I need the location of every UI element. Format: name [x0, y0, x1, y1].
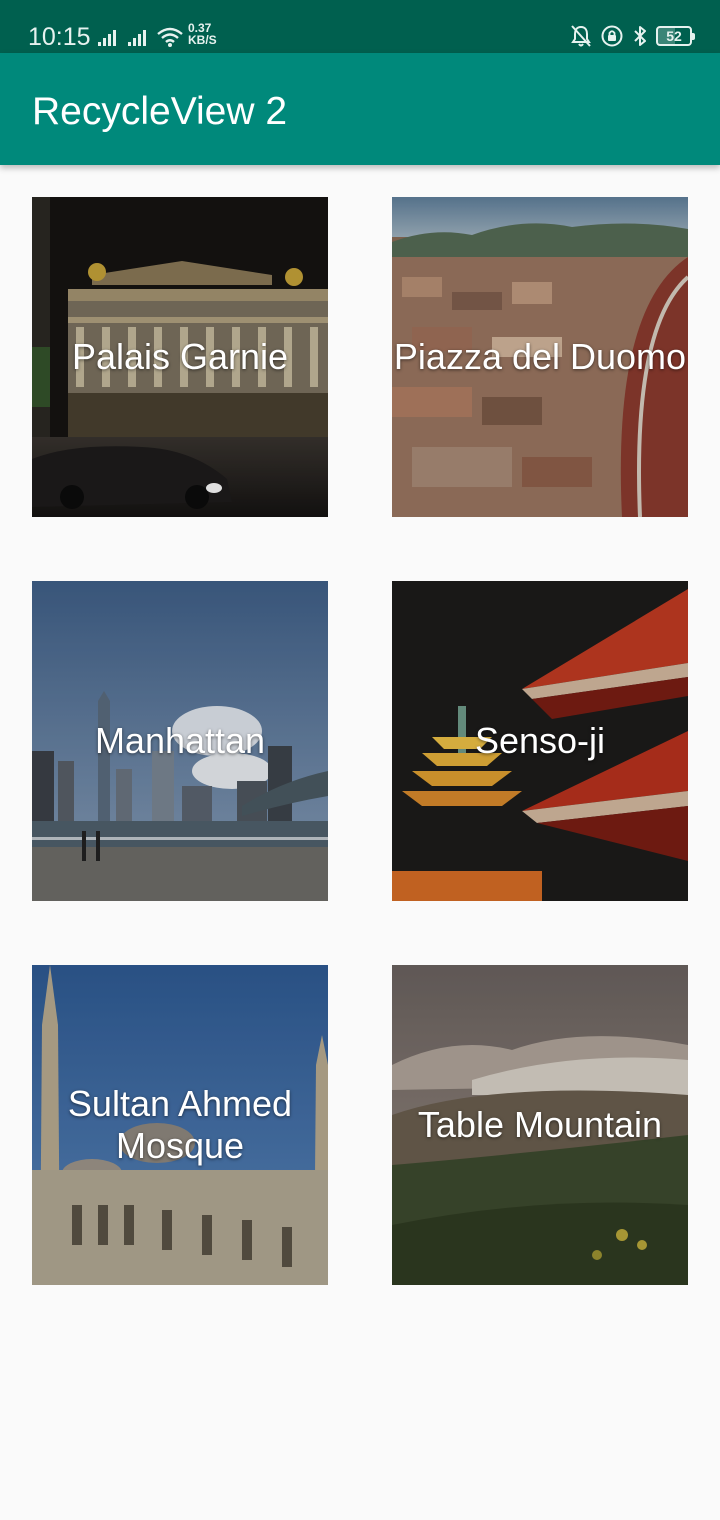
- network-speed: 0.37 KB/S: [188, 22, 217, 46]
- place-card-manhattan[interactable]: Manhattan: [32, 581, 328, 901]
- place-card-palais-garnie[interactable]: Palais Garnie: [32, 197, 328, 517]
- place-name: Senso-ji: [474, 720, 606, 761]
- app-bar: RecycleView 2: [0, 53, 720, 165]
- place-card-sultan-ahmed-mosque[interactable]: Sultan Ahmed Mosque: [32, 965, 328, 1285]
- rotation-lock-icon: [601, 25, 623, 47]
- place-card-senso-ji[interactable]: Senso-ji: [392, 581, 688, 901]
- place-name: Sultan Ahmed Mosque: [67, 1083, 293, 1166]
- place-card-table-mountain[interactable]: Table Mountain: [392, 965, 688, 1285]
- battery-percent: 52: [666, 28, 682, 44]
- status-icons: 52: [570, 24, 695, 48]
- network-speed-unit: KB/S: [188, 33, 217, 47]
- wifi-icon: [157, 27, 183, 47]
- notifications-off-icon: [571, 25, 591, 47]
- status-bar: 10:15 0.37 KB/S 52: [0, 0, 720, 53]
- place-card-piazza-del-duomo[interactable]: Piazza del Duomo: [392, 197, 688, 517]
- bluetooth-icon: [634, 26, 646, 46]
- place-name: Piazza del Duomo: [393, 336, 687, 377]
- places-grid[interactable]: Palais Garnie Piazza del Duomo Manhattan…: [32, 197, 688, 1285]
- app-title: RecycleView 2: [32, 90, 288, 133]
- place-name: Palais Garnie: [71, 336, 289, 377]
- place-name: Table Mountain: [417, 1104, 663, 1145]
- battery-icon: 52: [656, 26, 695, 46]
- signal-icon: [98, 28, 116, 46]
- status-time: 10:15: [28, 23, 91, 51]
- signal-icon: [128, 28, 146, 46]
- place-name: Manhattan: [94, 720, 266, 761]
